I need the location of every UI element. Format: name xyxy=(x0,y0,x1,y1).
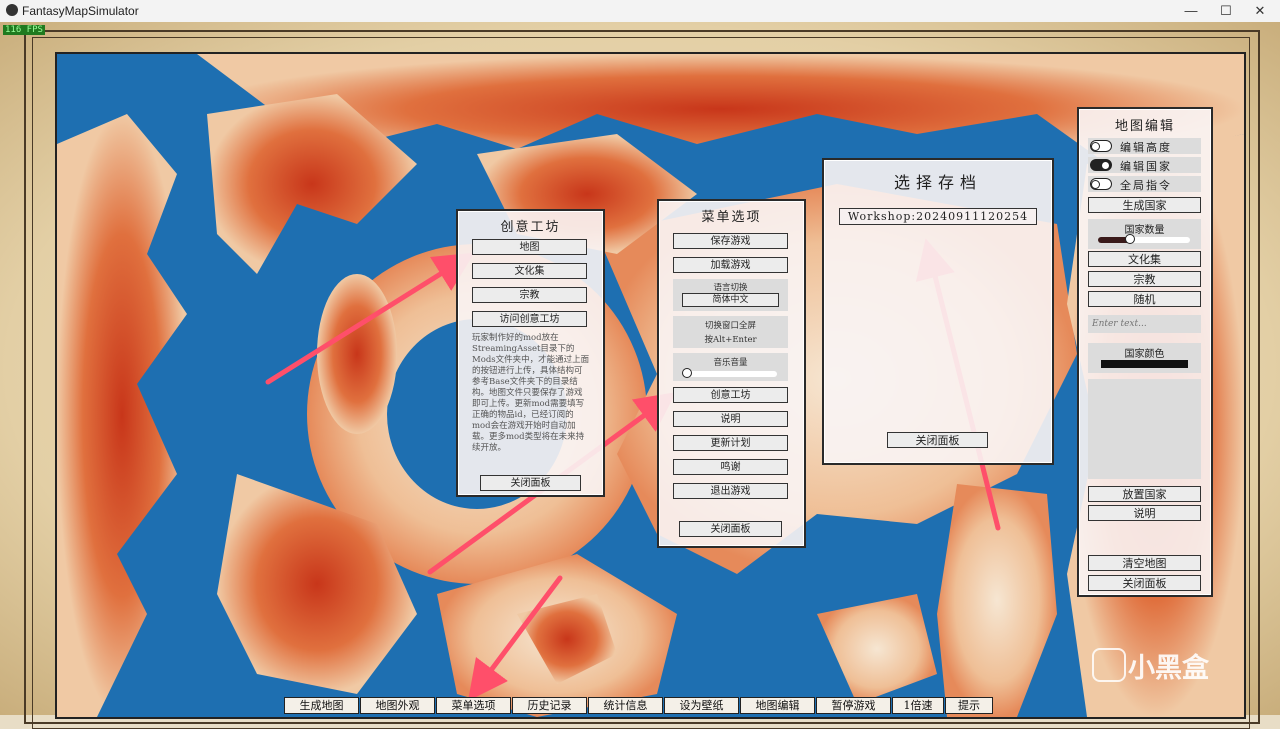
country-color-group: 国家颜色 xyxy=(1088,343,1201,373)
religion-button[interactable]: 宗教 xyxy=(1088,271,1201,287)
edit-height-row: 编辑高度 xyxy=(1088,138,1201,154)
global-command-row: 全局指令 xyxy=(1088,176,1201,192)
tips-tab[interactable]: 提示 xyxy=(945,697,993,714)
global-command-toggle[interactable] xyxy=(1090,178,1112,190)
save-entry[interactable]: Workshop:20240911120254 xyxy=(839,208,1037,225)
edit-country-row: 编辑国家 xyxy=(1088,157,1201,173)
save-select-panel: 选择存档 Workshop:20240911120254 关闭面板 xyxy=(822,158,1054,465)
map-appearance-tab[interactable]: 地图外观 xyxy=(360,697,435,714)
arrow-to-map-button xyxy=(265,252,475,385)
workshop-description: 玩家制作好的mod放在StreamingAsset目录下的Mods文件夹中，才能… xyxy=(472,333,590,453)
save-close-button[interactable]: 关闭面板 xyxy=(887,432,988,448)
country-count-track[interactable] xyxy=(1098,237,1190,243)
save-game-button[interactable]: 保存游戏 xyxy=(673,233,788,249)
place-country-button[interactable]: 放置国家 xyxy=(1088,486,1201,502)
random-button[interactable]: 随机 xyxy=(1088,291,1201,307)
edit-height-label: 编辑高度 xyxy=(1120,141,1172,154)
language-label: 语言切换 xyxy=(713,283,748,293)
bottom-toolbar: 生成地图 地图外观 菜单选项 历史记录 统计信息 设为壁纸 地图编辑 暂停游戏 … xyxy=(284,697,994,715)
generate-map-tab[interactable]: 生成地图 xyxy=(284,697,359,714)
toggle-knob xyxy=(1101,160,1110,170)
clear-map-button[interactable]: 清空地图 xyxy=(1088,555,1201,571)
workshop-close-button[interactable]: 关闭面板 xyxy=(480,475,581,491)
toggle-knob xyxy=(1091,179,1100,189)
save-select-title: 选择存档 xyxy=(893,173,982,192)
map-editor-panel: 地图编辑 编辑高度 编辑国家 全局指令 生成国家 国家数量 文化集 宗教 随机 … xyxy=(1077,107,1213,597)
speed-tab[interactable]: 1倍速 xyxy=(892,697,944,714)
generate-country-button[interactable]: 生成国家 xyxy=(1088,197,1201,213)
global-command-label: 全局指令 xyxy=(1120,179,1172,192)
workshop-panel: 创意工坊 地图 文化集 宗教 访问创意工坊 玩家制作好的mod放在Streami… xyxy=(456,209,605,497)
country-color-swatch[interactable] xyxy=(1101,360,1188,368)
music-label: 音乐音量 xyxy=(713,358,748,368)
country-list-area[interactable] xyxy=(1088,379,1201,479)
watermark-logo-icon xyxy=(1092,648,1126,682)
country-color-label: 国家颜色 xyxy=(1124,349,1165,360)
language-group: 语言切换 简体中文 xyxy=(673,279,788,311)
menu-help-button[interactable]: 说明 xyxy=(673,411,788,427)
workshop-religion-button[interactable]: 宗教 xyxy=(472,287,587,303)
load-game-button[interactable]: 加载游戏 xyxy=(673,257,788,273)
music-volume-knob[interactable] xyxy=(682,368,692,378)
country-count-label: 国家数量 xyxy=(1124,225,1165,236)
map-editor-tab[interactable]: 地图编辑 xyxy=(740,697,815,714)
workshop-map-button[interactable]: 地图 xyxy=(472,239,587,255)
edit-height-toggle[interactable] xyxy=(1090,140,1112,152)
menu-workshop-button[interactable]: 创意工坊 xyxy=(673,387,788,403)
thanks-button[interactable]: 鸣谢 xyxy=(673,459,788,475)
culture-button[interactable]: 文化集 xyxy=(1088,251,1201,267)
menu-title: 菜单选项 xyxy=(701,210,762,225)
editor-close-button[interactable]: 关闭面板 xyxy=(1088,575,1201,591)
menu-options-tab[interactable]: 菜单选项 xyxy=(436,697,511,714)
menu-close-button[interactable]: 关闭面板 xyxy=(679,521,782,537)
statistics-tab[interactable]: 统计信息 xyxy=(588,697,663,714)
fullscreen-hint: 按Alt+Enter xyxy=(704,335,757,345)
quit-game-button[interactable]: 退出游戏 xyxy=(673,483,788,499)
map-editor-title: 地图编辑 xyxy=(1114,119,1175,134)
edit-country-toggle[interactable] xyxy=(1090,159,1112,171)
arrow-to-menu-tab xyxy=(468,575,563,702)
workshop-culture-button[interactable]: 文化集 xyxy=(472,263,587,279)
language-select[interactable]: 简体中文 xyxy=(682,293,779,307)
watermark-text: 小黑盒 xyxy=(1128,653,1209,684)
editor-text-input[interactable] xyxy=(1088,315,1201,333)
fullscreen-label: 切换窗口全屏 xyxy=(704,321,756,331)
history-tab[interactable]: 历史记录 xyxy=(512,697,587,714)
edit-country-label: 编辑国家 xyxy=(1120,160,1172,173)
country-count-group: 国家数量 xyxy=(1088,219,1201,249)
toggle-knob xyxy=(1091,141,1100,151)
editor-help-button[interactable]: 说明 xyxy=(1088,505,1201,521)
music-volume-track[interactable] xyxy=(685,371,777,377)
workshop-visit-button[interactable]: 访问创意工坊 xyxy=(472,311,587,327)
set-wallpaper-tab[interactable]: 设为壁纸 xyxy=(664,697,739,714)
pause-game-tab[interactable]: 暂停游戏 xyxy=(816,697,891,714)
workshop-title: 创意工坊 xyxy=(500,220,561,235)
update-plan-button[interactable]: 更新计划 xyxy=(673,435,788,451)
music-group: 音乐音量 xyxy=(673,353,788,381)
menu-panel: 菜单选项 保存游戏 加载游戏 语言切换 简体中文 切换窗口全屏 按Alt+Ent… xyxy=(657,199,806,548)
fullscreen-group: 切换窗口全屏 按Alt+Enter xyxy=(673,316,788,348)
